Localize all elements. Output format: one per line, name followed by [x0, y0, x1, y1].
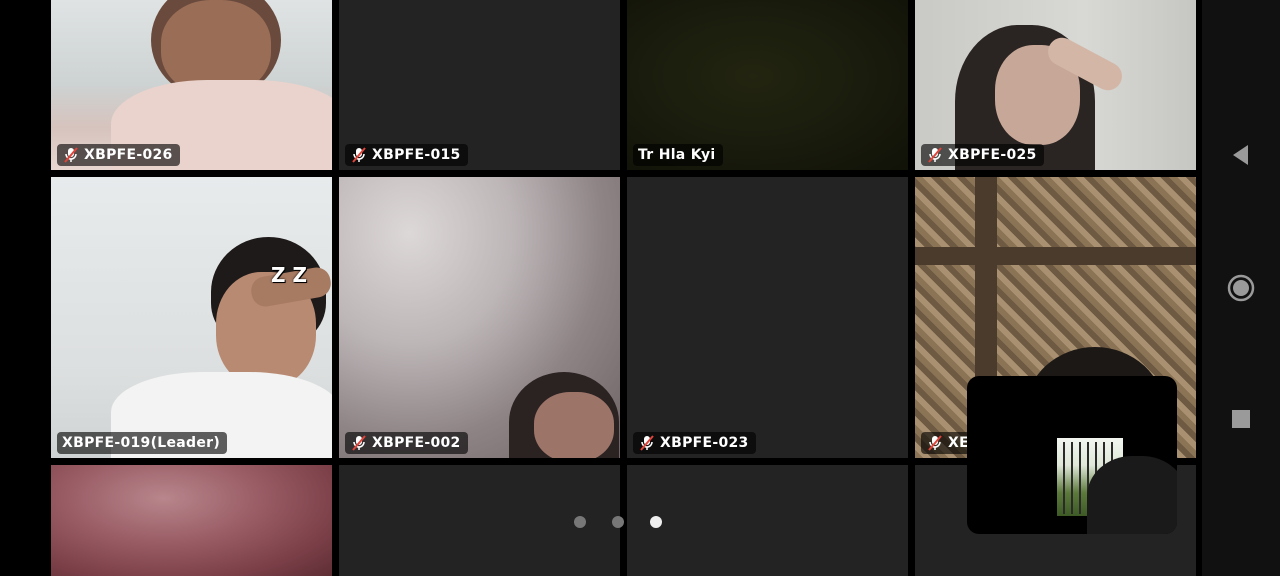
- video-tile[interactable]: XBPFE-026: [51, 0, 332, 170]
- self-view-video[interactable]: [967, 376, 1177, 534]
- participant-label: XBPFE-002: [345, 432, 468, 454]
- page-dot-active[interactable]: [650, 516, 662, 528]
- participant-label: XBPFE-019(Leader): [57, 432, 228, 454]
- participant-label: XBPFE-026: [57, 144, 180, 166]
- participant-label: XBPFE-025: [921, 144, 1044, 166]
- participant-name: XBPFE-002: [372, 435, 461, 451]
- participant-name: XBPFE-023: [660, 435, 749, 451]
- sleep-reaction-icon: Z Z: [271, 263, 307, 287]
- video-tile[interactable]: XBPFE-015: [339, 0, 620, 170]
- back-icon[interactable]: [1226, 140, 1256, 170]
- mic-muted-icon: [350, 146, 368, 164]
- video-tile[interactable]: [51, 465, 332, 576]
- mic-muted-icon: [638, 434, 656, 452]
- video-tile[interactable]: XBPFE-002: [339, 177, 620, 458]
- mic-muted-icon: [926, 146, 944, 164]
- mic-muted-icon: [926, 434, 944, 452]
- page-dot[interactable]: [612, 516, 624, 528]
- participant-label: XBPFE-023: [633, 432, 756, 454]
- page-indicator: [574, 516, 662, 528]
- participant-name: XBPFE-015: [372, 147, 461, 163]
- participant-name: Tr Hla Kyi: [638, 147, 716, 163]
- participant-video: [339, 177, 620, 458]
- participant-name: XBPFE-026: [84, 147, 173, 163]
- home-icon[interactable]: [1226, 273, 1256, 303]
- mic-muted-icon: [62, 146, 80, 164]
- video-tile[interactable]: XBPFE-025: [915, 0, 1196, 170]
- participant-label: XBPFE-015: [345, 144, 468, 166]
- participant-name: XBPFE-025: [948, 147, 1037, 163]
- participant-name: XE: [948, 435, 969, 451]
- video-tile[interactable]: Tr Hla Kyi: [627, 0, 908, 170]
- video-tile[interactable]: [627, 465, 908, 576]
- page-dot[interactable]: [574, 516, 586, 528]
- video-tile[interactable]: Z Z XBPFE-019(Leader): [51, 177, 332, 458]
- participant-video: [51, 177, 332, 458]
- recents-icon[interactable]: [1226, 404, 1256, 434]
- participant-video: [51, 465, 332, 576]
- video-tile[interactable]: XBPFE-023: [627, 177, 908, 458]
- system-nav-bar: [1202, 0, 1280, 576]
- participant-label: Tr Hla Kyi: [633, 144, 723, 166]
- participant-name: XBPFE-019(Leader): [62, 435, 221, 451]
- mic-muted-icon: [350, 434, 368, 452]
